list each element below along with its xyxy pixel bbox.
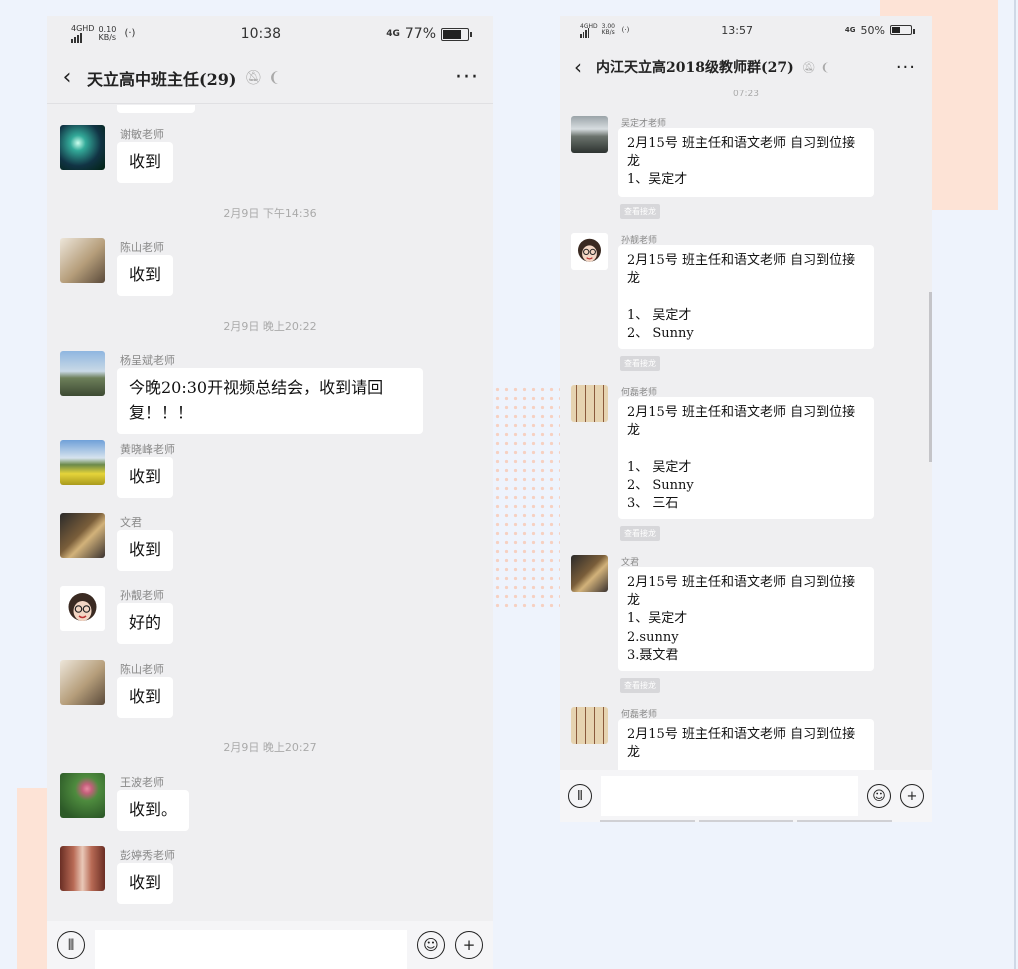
sender-name: 文君 <box>120 516 142 529</box>
mute-icon: 🔕︎ <box>801 60 816 74</box>
emoji-icon[interactable]: ☺︎ <box>867 784 891 808</box>
plus-icon[interactable]: + <box>900 784 924 808</box>
network-speed: 3.00 KB/s <box>601 23 615 36</box>
message-bubble[interactable]: 收到 <box>117 863 174 904</box>
message-bubble[interactable]: 收到 <box>117 677 174 718</box>
avatar[interactable] <box>60 513 105 558</box>
message-input[interactable] <box>95 930 407 969</box>
signal-icon <box>580 27 589 38</box>
network-speed: 0.10 KB/s <box>98 25 117 42</box>
message-bubble[interactable]: 收到 <box>117 457 174 498</box>
network-type-small: 4GHD <box>71 24 95 33</box>
status-bar: 4GHD 0.10 KB/s (·) 10:38 4G 77% <box>47 16 493 52</box>
message-list: 谢敏老师 收到 2月9日 下午14:36 陈山老师 收到 2月9日 晚上20:2… <box>47 105 493 921</box>
battery-level: 77% <box>404 26 436 42</box>
view-relay-button[interactable]: 查看接龙 <box>620 356 660 371</box>
sender-name: 彭婷秀老师 <box>120 849 175 862</box>
network-type: 4G <box>386 29 400 39</box>
more-icon[interactable]: ··· <box>896 57 916 78</box>
message-bubble[interactable]: 2月15号 班主任和语文老师 自习到位接龙 1、 吴定才 2、 Sunny 3、… <box>618 397 874 519</box>
avatar[interactable] <box>60 351 105 396</box>
sender-name: 谢敏老师 <box>120 128 164 141</box>
back-icon[interactable]: ‹ <box>47 65 87 90</box>
status-bar: 4GHD 3.00 KB/s (·) 13:57 4G 50% <box>560 16 932 44</box>
message-bubble[interactable]: 今晚20:30开视频总结会，收到请回复！！！ <box>117 368 423 434</box>
message-bubble[interactable]: 收到 <box>117 255 174 296</box>
more-icon[interactable]: ··· <box>455 65 479 90</box>
network-indicator: 4GHD 3.00 KB/s (·) <box>580 23 629 38</box>
message-bubble[interactable]: 好的 <box>117 603 174 644</box>
signal-icon <box>71 33 82 43</box>
emoji-icon[interactable]: ☺︎ <box>417 931 445 959</box>
message-bubble[interactable]: 2月15号 班主任和语文老师 自习到位接龙 1、 吴定才 2、 Sunny <box>618 245 874 349</box>
cartoon-girl-icon <box>577 238 602 262</box>
message-bubble[interactable]: 收到 <box>117 142 174 183</box>
timestamp: 2月9日 晚上20:27 <box>223 741 317 754</box>
avatar[interactable] <box>60 586 105 631</box>
message-list: 07:23 吴定才老师 2月15号 班主任和语文老师 自习到位接龙 1、吴定才 … <box>560 90 932 770</box>
phone-screenshot-right: 4GHD 3.00 KB/s (·) 13:57 4G 50% ‹ 内江天立高2… <box>560 16 932 822</box>
battery-icon <box>441 27 472 41</box>
ear-icon: ❨ <box>820 60 830 74</box>
avatar[interactable] <box>60 440 105 485</box>
chat-header: ‹ 内江天立高2018级教师群(27) 🔕︎ ❨ ··· <box>560 44 932 90</box>
view-relay-button[interactable]: 查看接龙 <box>620 526 660 541</box>
previous-bubble-fragment <box>117 105 195 113</box>
timestamp: 2月9日 晚上20:22 <box>223 320 317 333</box>
sender-name: 陈山老师 <box>120 663 164 676</box>
plus-icon[interactable]: + <box>455 931 483 959</box>
chat-header: ‹ 天立高中班主任(29) 🔕︎ ❨ ··· <box>47 52 493 104</box>
network-indicator: 4GHD 0.10 KB/s (·) <box>71 25 135 43</box>
ear-icon: ❨ <box>268 69 280 86</box>
view-relay-button[interactable]: 查看接龙 <box>620 678 660 693</box>
mute-icon: 🔕︎ <box>244 69 263 86</box>
sender-name: 王波老师 <box>120 776 164 789</box>
message-input[interactable] <box>601 776 858 816</box>
message-bubble[interactable]: 2月15号 班主任和语文老师 自习到位接龙 1、吴定才 <box>618 128 874 197</box>
decor-peach-block-bottom <box>17 788 49 969</box>
voice-icon[interactable]: ⦀ <box>57 931 85 959</box>
network-type: 4G <box>844 26 856 34</box>
voice-icon[interactable]: ⦀ <box>568 784 592 808</box>
avatar[interactable] <box>571 555 608 592</box>
scrollbar[interactable] <box>929 292 932 462</box>
message-bubble[interactable]: 2月15号 班主任和语文老师 自习到位接龙 <box>618 719 874 770</box>
phone-screenshot-left: 4GHD 0.10 KB/s (·) 10:38 4G 77% ‹ 天立高中班主… <box>47 16 493 969</box>
status-time: 13:57 <box>721 23 753 37</box>
avatar[interactable] <box>571 233 608 270</box>
gesture-bar <box>600 820 893 822</box>
timestamp: 2月9日 下午14:36 <box>223 207 317 220</box>
message-bubble[interactable]: 2月15号 班主任和语文老师 自习到位接龙 1、吴定才 2.sunny 3.聂文… <box>618 567 874 671</box>
timestamp: 07:23 <box>733 90 759 99</box>
back-icon[interactable]: ‹ <box>560 55 596 79</box>
sender-name: 黄晓峰老师 <box>120 443 175 456</box>
decor-dot-pattern <box>493 385 560 610</box>
cartoon-girl-icon <box>68 593 97 621</box>
avatar[interactable] <box>60 773 105 818</box>
input-bar: ⦀ ☺︎ + <box>560 770 932 822</box>
sender-name: 陈山老师 <box>120 241 164 254</box>
chat-title: 内江天立高2018级教师群(27) <box>596 60 794 76</box>
message-bubble[interactable]: 收到 <box>117 530 174 571</box>
battery-icon <box>889 25 915 35</box>
hotspot-icon: (·) <box>124 28 136 39</box>
avatar[interactable] <box>60 238 105 283</box>
page-right-border <box>1014 0 1016 969</box>
avatar[interactable] <box>60 846 105 891</box>
battery-level: 50% <box>860 23 885 37</box>
sender-name: 杨呈斌老师 <box>120 354 175 367</box>
sender-name: 孙靓老师 <box>120 589 164 602</box>
hotspot-icon: (·) <box>621 26 630 34</box>
message-bubble[interactable]: 收到。 <box>117 790 190 831</box>
avatar[interactable] <box>60 660 105 705</box>
avatar[interactable] <box>571 707 608 744</box>
avatar[interactable] <box>571 385 608 422</box>
avatar[interactable] <box>571 116 608 153</box>
chat-title: 天立高中班主任(29) <box>87 69 237 89</box>
input-bar: ⦀ ☺︎ + <box>47 921 493 969</box>
avatar[interactable] <box>60 125 105 170</box>
status-time: 10:38 <box>240 26 282 42</box>
view-relay-button[interactable]: 查看接龙 <box>620 204 660 219</box>
